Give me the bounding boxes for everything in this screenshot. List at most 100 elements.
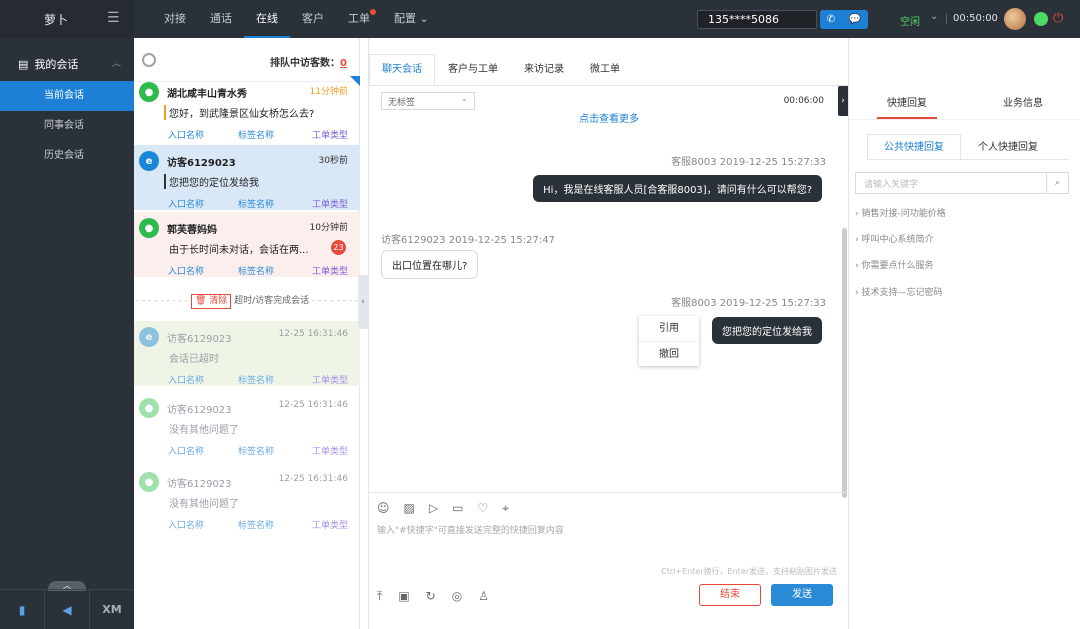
agent-status[interactable]: 空闲: [900, 13, 920, 28]
list-item[interactable]: ● 访客6129023 12-25 16:31:46 没有其他问题了 入口名称 …: [134, 466, 360, 531]
list-item[interactable]: e 访客6129023 30秒前 您把您的定位发给我 入口名称 标签名称 工单类…: [134, 145, 360, 210]
emoji-icon[interactable]: ☺: [377, 501, 390, 516]
collapse-right-handle[interactable]: ›: [838, 86, 848, 116]
tab-chat-session[interactable]: 聊天会话: [369, 54, 435, 85]
nav-item-call[interactable]: 通话: [198, 0, 244, 38]
label-tag[interactable]: 标签名称: [238, 373, 274, 386]
hamburger-menu-icon[interactable]: ☰: [107, 10, 120, 26]
tab-quick-reply[interactable]: 快捷回复: [877, 90, 937, 119]
image-icon[interactable]: ▨: [404, 501, 415, 516]
quick-reply-item[interactable]: › 你需要点什么服务: [855, 258, 933, 271]
list-item[interactable]: ● 郭芙蓉妈妈 10分钟前 由于长时间未对话，会话在两... 23 入口名称 标…: [134, 212, 360, 277]
ticket-type-tag[interactable]: 工单类型: [312, 444, 348, 457]
nav-item-online[interactable]: 在线: [244, 0, 290, 38]
list-item[interactable]: ● 访客6129023 12-25 16:31:46 没有其他问题了 入口名称 …: [134, 392, 360, 457]
entry-tag[interactable]: 入口名称: [168, 128, 204, 141]
ticket-type-tag[interactable]: 工单类型: [312, 197, 348, 210]
quick-reply-item[interactable]: › 销售对接-问功能价格: [855, 206, 946, 219]
tab-customer-ticket[interactable]: 客户与工单: [435, 54, 511, 85]
power-icon[interactable]: ⏻: [1053, 11, 1063, 26]
label-tag[interactable]: 标签名称: [238, 444, 274, 457]
user-avatar[interactable]: [1004, 8, 1026, 30]
sidebar-header[interactable]: ▤ 我的会话 ︿: [18, 56, 121, 72]
clear-button[interactable]: 🗑 清除: [190, 294, 232, 309]
video-icon[interactable]: ▷: [429, 501, 438, 516]
list-item[interactable]: ● 湖北咸丰山青水秀 11分钟前 您好，到武隆景区仙女桥怎么去? 入口名称 标签…: [134, 76, 360, 141]
folder-icon[interactable]: ▭: [452, 501, 463, 516]
sidebar-item-history[interactable]: 历史会话: [0, 141, 134, 171]
load-more-link[interactable]: 点击查看更多: [369, 110, 849, 125]
tab-visit-record[interactable]: 来访记录: [511, 54, 577, 85]
send-button[interactable]: 发送: [771, 584, 833, 606]
quick-reply-item[interactable]: › 技术支持—忘记密码: [855, 285, 942, 298]
user-search-icon[interactable]: ♙: [478, 589, 489, 604]
search-icon[interactable]: ⌕: [1046, 173, 1068, 193]
nav-item-dock[interactable]: 对接: [152, 0, 198, 38]
tag-select[interactable]: 无标签 ⌄: [381, 92, 475, 110]
chat-bubble-icon[interactable]: 💬: [849, 14, 861, 25]
keyword-search-input[interactable]: 请输入关键字 ⌕: [855, 172, 1069, 194]
xm-logo[interactable]: XM: [90, 590, 134, 629]
queue-label: 排队中访客数：: [270, 58, 341, 69]
last-message: 没有其他问题了: [169, 499, 239, 510]
label-tag[interactable]: 标签名称: [238, 264, 274, 277]
entry-tag[interactable]: 入口名称: [168, 373, 204, 386]
composer-toolbar: ☺ ▨ ▷ ▭ ♡ ⌖: [377, 501, 509, 516]
sidebar-item-current[interactable]: 当前会话: [0, 81, 134, 111]
transfer-icon[interactable]: ↻: [426, 589, 436, 604]
wechat-status-icon[interactable]: [1034, 12, 1048, 26]
label-tag[interactable]: 标签名称: [238, 128, 274, 141]
main-nav: 对接 通话 在线 客户 工单 配置 ⌄: [152, 0, 441, 38]
brand-name: 萝卜: [44, 13, 69, 27]
ticket-type-tag[interactable]: 工单类型: [312, 518, 348, 531]
entry-tag[interactable]: 入口名称: [168, 197, 204, 210]
label-tag[interactable]: 标签名称: [238, 197, 274, 210]
right-panel: 快捷回复 业务信息 公共快捷回复 个人快捷回复 请输入关键字 ⌕ › 销售对接-问…: [848, 38, 1080, 629]
right-tabs: 快捷回复 业务信息: [849, 90, 1080, 120]
globe-icon[interactable]: ◎: [452, 589, 462, 604]
gear-icon[interactable]: [142, 53, 156, 67]
quote-menu-item[interactable]: 引用: [639, 316, 699, 341]
book-icon[interactable]: ▮: [0, 590, 45, 629]
tab-micro-ticket[interactable]: 微工单: [577, 54, 633, 85]
nav-item-ticket[interactable]: 工单: [336, 0, 382, 38]
tab-personal-replies[interactable]: 个人快捷回复: [961, 134, 1055, 160]
chat-panel: 聊天会话 客户与工单 来访记录 微工单 无标签 ⌄ 点击查看更多 00:06:00…: [368, 38, 849, 629]
entry-tag[interactable]: 入口名称: [168, 264, 204, 277]
recall-menu-item[interactable]: 撤回: [639, 341, 699, 366]
sidebar-item-colleague[interactable]: 同事会话: [0, 111, 134, 141]
end-button[interactable]: 结束: [699, 584, 761, 606]
queue-count[interactable]: 0: [340, 58, 347, 69]
collapse-list-handle[interactable]: ‹: [358, 275, 368, 329]
tab-business-info[interactable]: 业务信息: [993, 90, 1053, 119]
message-stamp: 客服8003 2019-12-25 15:27:33: [671, 157, 826, 168]
phone-icon[interactable]: ✆: [827, 14, 835, 25]
entry-tag[interactable]: 入口名称: [168, 444, 204, 457]
ticket-type-tag[interactable]: 工单类型: [312, 373, 348, 386]
brand-area: 萝卜 ☰: [0, 0, 134, 38]
list-item[interactable]: e 访客6129023 12-25 16:31:46 会话已超时 入口名称 标签…: [134, 321, 360, 386]
agent-message-bubble[interactable]: 您把您的定位发给我: [712, 317, 822, 344]
agent-message-bubble[interactable]: Hi，我是在线客服人员[合客服8003]，请问有什么可以帮您?: [533, 175, 822, 202]
label-tag[interactable]: 标签名称: [238, 518, 274, 531]
quick-reply-item[interactable]: › 呼叫中心系统简介: [855, 232, 933, 245]
chat-scrollbar[interactable]: [842, 228, 847, 498]
clear-button-label: 清除: [209, 296, 228, 306]
quick-reply-subtabs: 公共快捷回复 个人快捷回复: [867, 134, 1055, 160]
entry-tag[interactable]: 入口名称: [168, 518, 204, 531]
phone-number-field[interactable]: 135****5086: [697, 10, 817, 29]
save-icon[interactable]: ▣: [398, 589, 409, 604]
upload-icon[interactable]: ⤒: [377, 589, 382, 604]
visitor-message-bubble[interactable]: 出口位置在哪儿?: [381, 250, 479, 279]
message-input[interactable]: 输入"#快捷字"可直接发送完整的快捷回复内容: [377, 523, 564, 536]
top-bar: 萝卜 ☰ 对接 通话 在线 客户 工单 配置 ⌄ 135****5086 ✆ 💬…: [0, 0, 1080, 38]
location-icon[interactable]: ⌖: [502, 501, 509, 516]
status-chevron-down-icon[interactable]: ⌄: [930, 11, 938, 22]
megaphone-icon[interactable]: ◀: [45, 590, 90, 629]
tab-public-replies[interactable]: 公共快捷回复: [867, 134, 961, 160]
ticket-type-tag[interactable]: 工单类型: [312, 264, 348, 277]
ticket-type-tag[interactable]: 工单类型: [312, 128, 348, 141]
heart-icon[interactable]: ♡: [477, 501, 488, 516]
nav-item-customer[interactable]: 客户: [290, 0, 336, 38]
nav-item-config[interactable]: 配置 ⌄: [382, 0, 441, 38]
